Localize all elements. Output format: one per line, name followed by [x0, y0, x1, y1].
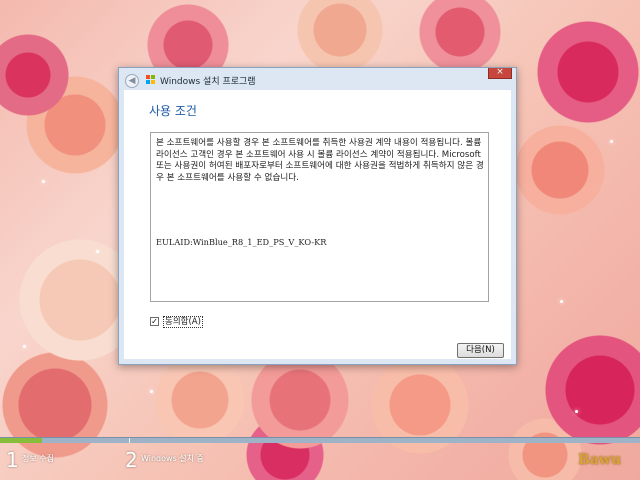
window-title: Windows 설치 프로그램: [160, 77, 256, 87]
back-arrow-icon: ◀: [128, 76, 136, 86]
setup-dialog: ◀ Windows 설치 프로그램 × 사용 조건 본 소프트웨어를 사용할 경…: [118, 67, 517, 365]
accept-label[interactable]: 동의함(A): [163, 316, 203, 328]
progress-divider: [129, 438, 130, 443]
windows-logo-icon: [146, 75, 156, 84]
sparkle: [575, 410, 578, 413]
license-text: 본 소프트웨어를 사용할 경우 본 소프트웨어를 취득한 사용권 계약 내용이 …: [156, 138, 484, 183]
license-text-box[interactable]: 본 소프트웨어를 사용할 경우 본 소프트웨어를 취득한 사용권 계약 내용이 …: [150, 132, 489, 302]
step-label: Windows 설치 중: [141, 454, 204, 463]
title-bar: ◀ Windows 설치 프로그램 ×: [119, 68, 516, 90]
close-button[interactable]: ×: [488, 68, 512, 79]
page-title: 사용 조건: [149, 104, 197, 118]
back-button[interactable]: ◀: [125, 74, 139, 88]
close-icon: ×: [496, 67, 504, 77]
eula-id: EULAID:WinBlue_R8_1_ED_PS_V_KO-KR: [156, 237, 327, 247]
sparkle: [610, 140, 613, 143]
next-button[interactable]: 다음(N): [457, 343, 504, 358]
accept-checkbox[interactable]: ✓: [150, 317, 159, 326]
watermark: Bawu: [578, 452, 622, 468]
sparkle: [42, 180, 45, 183]
sparkle: [560, 300, 563, 303]
dialog-content: 사용 조건 본 소프트웨어를 사용할 경우 본 소프트웨어를 취득한 사용권 계…: [124, 90, 511, 359]
sparkle: [150, 390, 153, 393]
step-number: 2: [125, 448, 138, 472]
sparkle: [96, 250, 99, 253]
step-number: 1: [6, 448, 19, 472]
sparkle: [23, 345, 26, 348]
setup-progress-bar: [0, 437, 640, 443]
checkmark-icon: ✓: [151, 317, 158, 326]
progress-fill: [0, 438, 42, 443]
step-label: 정보 수집: [22, 454, 54, 463]
